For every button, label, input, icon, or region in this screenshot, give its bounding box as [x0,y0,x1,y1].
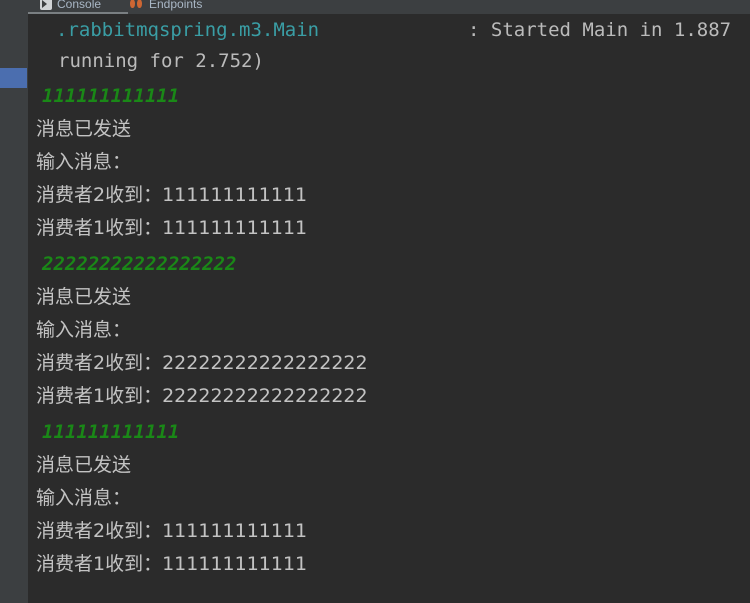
console-line-tail: : Started Main in 1.887 [468,19,732,41]
console-line: 消费者2收到：111111111111 [36,184,308,206]
console-line-input-echo: 111111111111 [42,421,180,443]
console-gutter[interactable] [0,14,28,603]
console-line-input-echo: 22222222222222222 [42,253,237,275]
console-line: 消息已发送 [36,454,132,476]
tab-console-label: Console [57,0,102,11]
console-line: 输入消息： [36,151,132,173]
gutter-selection-marker[interactable] [0,68,27,88]
console-line-input-echo: 111111111111 [42,85,180,107]
console-line: running for 2.752) [58,50,264,72]
console-line: 消息已发送 [36,286,132,308]
tab-strip-left-pad [0,0,28,14]
tool-window-tab-strip: Console Endpoints [0,0,750,14]
console-line: 消费者1收到：111111111111 [36,553,308,575]
console-play-icon [40,0,52,10]
console-line: 输入消息： [36,319,132,341]
console-line: 消费者2收到：111111111111 [36,520,308,542]
console-line: 消息已发送 [36,118,132,140]
console-line: 消费者1收到：22222222222222222 [36,385,368,407]
console-line: 输入消息： [36,487,132,509]
endpoints-icon [130,0,144,10]
tab-endpoints[interactable]: Endpoints [130,0,202,14]
tab-endpoints-label: Endpoints [149,0,203,11]
console-line: .rabbitmqspring.m3.Main [56,19,320,41]
console-line: 消费者1收到：111111111111 [36,217,308,239]
console-line: 消费者2收到：22222222222222222 [36,352,368,374]
console-output-area[interactable]: .rabbitmqspring.m3.Main : Started Main i… [28,14,750,603]
